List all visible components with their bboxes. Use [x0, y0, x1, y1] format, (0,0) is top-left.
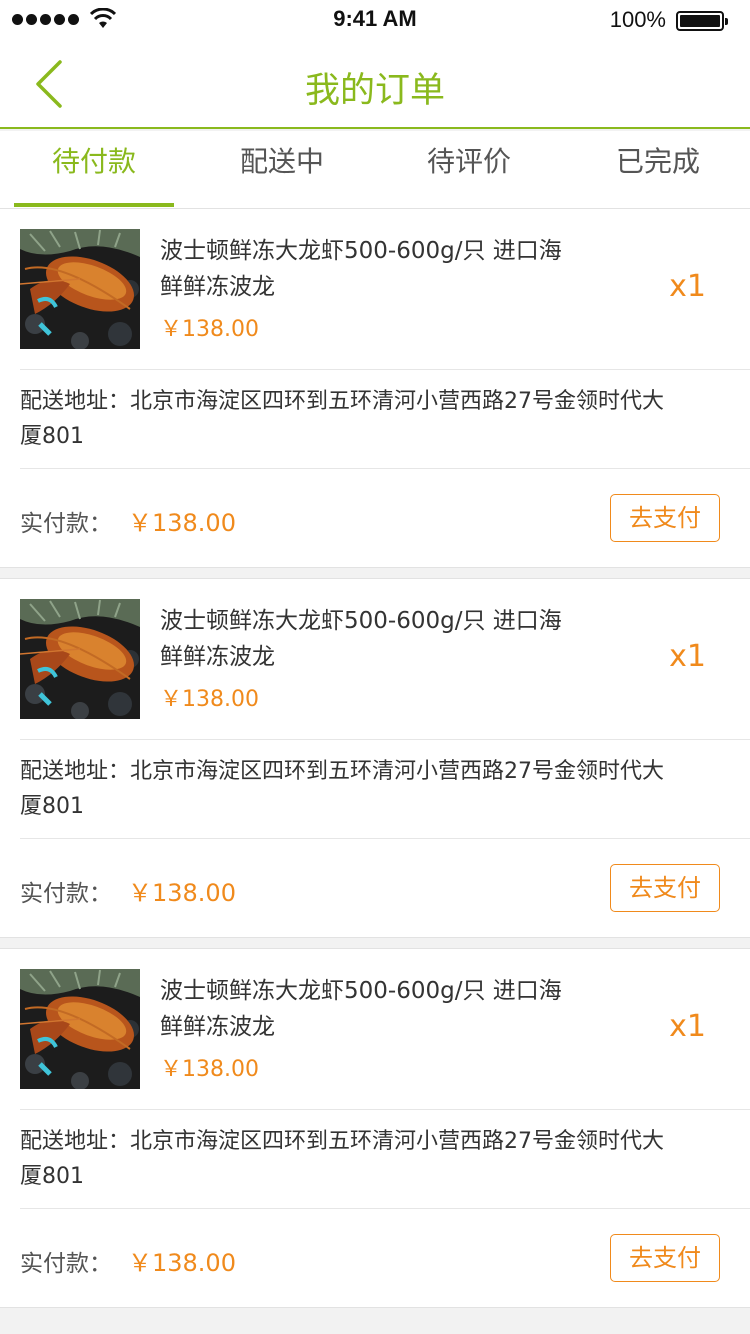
battery-icon [676, 11, 728, 31]
product-image[interactable] [20, 969, 140, 1089]
status-bar: 9:41 AM 100% [0, 0, 750, 40]
delivery-address: 配送地址：北京市海淀区四环到五环清河小营西路27号金领时代大 厦801 [20, 1124, 740, 1194]
divider [20, 1208, 750, 1209]
product-name-line1: 波士顿鲜冻大龙虾500-600g/只 进口海 [160, 608, 562, 634]
tab-delivering[interactable]: 配送中 [202, 131, 362, 207]
address-line2: 厦801 [20, 424, 84, 449]
product-image[interactable] [20, 599, 140, 719]
address-line1: 配送地址：北京市海淀区四环到五环清河小营西路27号金领时代大 [20, 1129, 664, 1154]
address-line1: 配送地址：北京市海淀区四环到五环清河小营西路27号金领时代大 [20, 389, 664, 414]
paid-label: 实付款： [20, 1251, 112, 1277]
order-card: 波士顿鲜冻大龙虾500-600g/只 进口海 鲜鲜冻波龙 ￥138.00 x1 … [0, 578, 750, 938]
address-line1: 配送地址：北京市海淀区四环到五环清河小营西路27号金领时代大 [20, 759, 664, 784]
paid-label: 实付款： [20, 511, 112, 537]
product-name[interactable]: 波士顿鲜冻大龙虾500-600g/只 进口海 鲜鲜冻波龙 [160, 603, 580, 675]
divider [20, 369, 750, 370]
product-quantity: x1 [669, 1009, 706, 1044]
address-line2: 厦801 [20, 794, 84, 819]
delivery-address: 配送地址：北京市海淀区四环到五环清河小营西路27号金领时代大 厦801 [20, 754, 740, 824]
product-quantity: x1 [669, 639, 706, 674]
product-name-line2: 鲜鲜冻波龙 [160, 1014, 275, 1040]
page-title: 我的订单 [304, 71, 445, 111]
tab-pending-review[interactable]: 待评价 [389, 131, 549, 207]
paid-label: 实付款： [20, 881, 112, 907]
divider [20, 838, 750, 839]
pay-button[interactable]: 去支付 [610, 494, 720, 542]
product-quantity: x1 [669, 269, 706, 304]
delivery-address: 配送地址：北京市海淀区四环到五环清河小营西路27号金领时代大 厦801 [20, 384, 740, 454]
product-name-line2: 鲜鲜冻波龙 [160, 274, 275, 300]
pay-button[interactable]: 去支付 [610, 864, 720, 912]
product-image[interactable] [20, 229, 140, 349]
product-name[interactable]: 波士顿鲜冻大龙虾500-600g/只 进口海 鲜鲜冻波龙 [160, 973, 580, 1045]
product-price: ￥138.00 [160, 687, 259, 712]
product-name-line2: 鲜鲜冻波龙 [160, 644, 275, 670]
order-status-tabs: 待付款 配送中 待评价 已完成 [0, 131, 750, 209]
product-name-line1: 波士顿鲜冻大龙虾500-600g/只 进口海 [160, 978, 562, 1004]
product-price: ￥138.00 [160, 317, 259, 342]
order-card: 波士顿鲜冻大龙虾500-600g/只 进口海 鲜鲜冻波龙 ￥138.00 x1 … [0, 208, 750, 568]
paid-amount: ￥138.00 [128, 879, 236, 907]
paid-amount: ￥138.00 [128, 509, 236, 537]
product-price: ￥138.00 [160, 1057, 259, 1082]
divider [20, 739, 750, 740]
address-line2: 厦801 [20, 1164, 84, 1189]
battery-percentage: 100% [609, 7, 666, 32]
product-name[interactable]: 波士顿鲜冻大龙虾500-600g/只 进口海 鲜鲜冻波龙 [160, 233, 580, 305]
order-card: 波士顿鲜冻大龙虾500-600g/只 进口海 鲜鲜冻波龙 ￥138.00 x1 … [0, 948, 750, 1308]
pay-button[interactable]: 去支付 [610, 1234, 720, 1282]
paid-amount: ￥138.00 [128, 1249, 236, 1277]
tab-pending-payment[interactable]: 待付款 [14, 131, 174, 207]
divider [20, 1109, 750, 1110]
divider [20, 468, 750, 469]
nav-bar: 我的订单 [0, 40, 750, 129]
product-name-line1: 波士顿鲜冻大龙虾500-600g/只 进口海 [160, 238, 562, 264]
tab-completed[interactable]: 已完成 [578, 131, 738, 207]
